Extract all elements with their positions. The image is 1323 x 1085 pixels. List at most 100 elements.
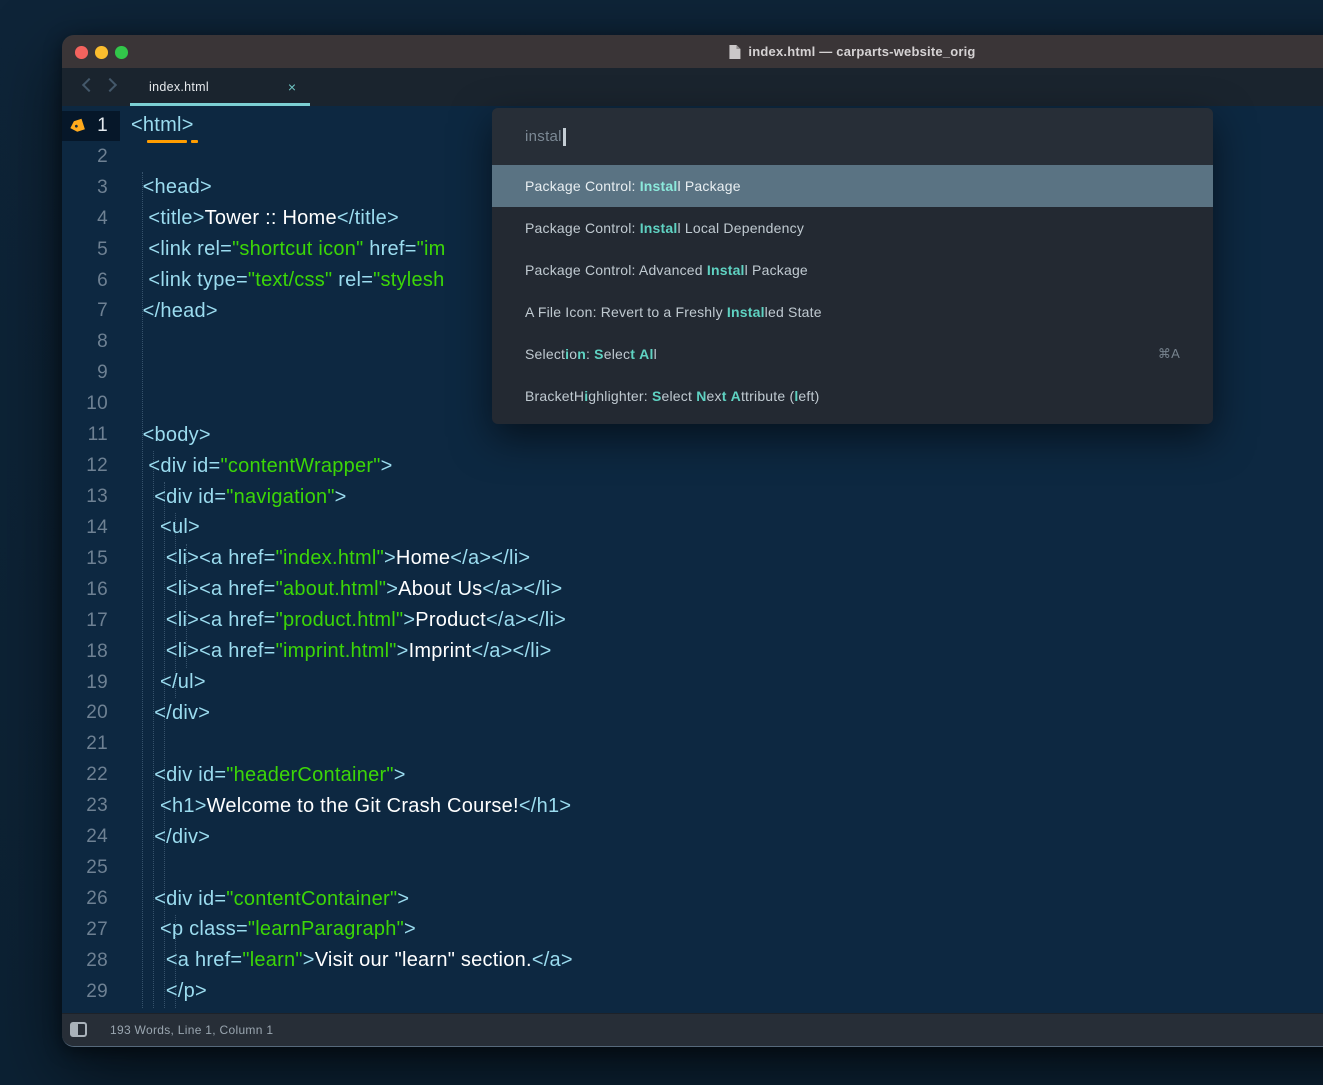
tab-close-icon[interactable]: × — [288, 80, 296, 94]
match-highlight: Instal — [707, 262, 745, 278]
palette-item[interactable]: BracketHighlighter: Select Next Attribut… — [492, 375, 1213, 417]
line-number-gutter[interactable]: 7 — [62, 296, 120, 327]
line-number-gutter[interactable]: 20 — [62, 698, 120, 729]
code-line[interactable]: 22 <div id="headerContainer"> — [62, 760, 1323, 791]
token-tag: > — [397, 888, 409, 911]
line-number-gutter[interactable]: 12 — [62, 451, 120, 482]
close-window-button[interactable] — [75, 46, 88, 59]
code-line[interactable]: 29 </p> — [62, 976, 1323, 1007]
line-number-gutter[interactable]: 23 — [62, 791, 120, 822]
match-highlight: A — [639, 346, 649, 362]
command-palette-input[interactable]: instal — [492, 108, 1213, 165]
tab-index-html[interactable]: index.html × — [130, 68, 310, 106]
line-content: </div> — [120, 822, 210, 853]
line-number: 20 — [86, 702, 108, 724]
palette-item[interactable]: Package Control: Advanced Install Packag… — [492, 249, 1213, 291]
code-line[interactable]: 23 <h1>Welcome to the Git Crash Course!<… — [62, 791, 1323, 822]
line-number: 27 — [86, 919, 108, 941]
line-number-gutter[interactable]: 2 — [62, 141, 120, 172]
token-tag: > — [404, 918, 416, 941]
line-number: 29 — [86, 981, 108, 1003]
line-number: 11 — [88, 424, 108, 446]
line-number-gutter[interactable]: 8 — [62, 327, 120, 358]
code-line[interactable]: 11 <body> — [62, 420, 1323, 451]
code-line[interactable]: 14 <ul> — [62, 512, 1323, 543]
code-line[interactable]: 17 <li><a href="product.html">Product</a… — [62, 605, 1323, 636]
code-line[interactable]: 26 <div id="contentContainer"> — [62, 884, 1323, 915]
palette-item[interactable]: Selection: Select All⌘A — [492, 333, 1213, 375]
token-tag: <link rel= — [131, 238, 232, 261]
document-icon — [728, 44, 741, 60]
window-title: index.html — carparts-website_orig — [748, 44, 975, 59]
line-number-gutter[interactable]: 14 — [62, 512, 120, 543]
line-number-gutter[interactable]: 3 — [62, 172, 120, 203]
line-number-gutter[interactable]: 21 — [62, 729, 120, 760]
line-number-gutter[interactable]: 11 — [62, 420, 120, 451]
code-line[interactable]: 18 <li><a href="imprint.html">Imprint</a… — [62, 636, 1323, 667]
line-number-gutter[interactable]: 18 — [62, 636, 120, 667]
line-number-gutter[interactable]: 13 — [62, 482, 120, 513]
line-number-gutter[interactable]: 25 — [62, 853, 120, 884]
palette-item[interactable]: Package Control: Install Local Dependenc… — [492, 207, 1213, 249]
line-number-gutter[interactable]: 29 — [62, 976, 120, 1007]
line-number: 8 — [97, 331, 108, 353]
line-number-gutter[interactable]: 22 — [62, 760, 120, 791]
line-number: 22 — [86, 764, 108, 786]
match-highlight: N — [696, 388, 706, 404]
token-tag: > — [403, 609, 415, 632]
line-number-gutter[interactable]: 9 — [62, 358, 120, 389]
token-tag: </head> — [131, 300, 218, 323]
code-line[interactable]: 28 <a href="learn">Visit our "learn" sec… — [62, 945, 1323, 976]
code-line[interactable]: 25 — [62, 853, 1323, 884]
code-line[interactable]: 12 <div id="contentWrapper"> — [62, 451, 1323, 482]
line-number-gutter[interactable]: 15 — [62, 543, 120, 574]
line-number-gutter[interactable]: 28 — [62, 945, 120, 976]
line-number-gutter[interactable]: 5 — [62, 234, 120, 265]
token-tag: </div> — [131, 702, 210, 725]
code-line[interactable]: 24 </div> — [62, 822, 1323, 853]
sidebar-toggle-icon[interactable] — [70, 1022, 87, 1037]
code-line[interactable]: 19 </ul> — [62, 667, 1323, 698]
line-number-gutter[interactable]: 1 — [62, 111, 120, 142]
status-bar: 193 Words, Line 1, Column 1 — [62, 1013, 1323, 1046]
token-str: "headerContainer" — [226, 764, 393, 787]
line-number-gutter[interactable]: 4 — [62, 203, 120, 234]
line-number-gutter[interactable]: 27 — [62, 914, 120, 945]
line-content — [120, 389, 131, 420]
palette-item[interactable]: Package Control: Install Package — [492, 165, 1213, 207]
line-content — [120, 729, 131, 760]
line-number: 19 — [86, 672, 108, 694]
minimize-window-button[interactable] — [95, 46, 108, 59]
token-str: "im — [417, 238, 446, 261]
forward-button[interactable] — [104, 77, 118, 91]
line-content: <div id="contentContainer"> — [120, 884, 409, 915]
line-number-gutter[interactable]: 17 — [62, 605, 120, 636]
line-number-gutter[interactable]: 26 — [62, 884, 120, 915]
line-number-gutter[interactable]: 16 — [62, 574, 120, 605]
line-number: 15 — [86, 548, 108, 570]
token-str: "shortcut icon" — [232, 238, 363, 261]
code-line[interactable]: 21 — [62, 729, 1323, 760]
token-tag: > — [386, 578, 398, 601]
palette-item-label: A File Icon: Revert to a Freshly Install… — [525, 304, 822, 320]
line-content: </head> — [120, 296, 218, 327]
token-str: "about.html" — [276, 578, 387, 601]
token-txt: Product — [415, 609, 486, 632]
line-content: </div> — [120, 698, 210, 729]
line-number: 9 — [97, 362, 108, 384]
code-line[interactable]: 27 <p class="learnParagraph"> — [62, 914, 1323, 945]
code-line[interactable]: 15 <li><a href="index.html">Home</a></li… — [62, 543, 1323, 574]
line-number: 21 — [86, 733, 108, 755]
titlebar[interactable]: index.html — carparts-website_orig — [62, 35, 1323, 68]
line-number-gutter[interactable]: 10 — [62, 389, 120, 420]
token-tag: </ul> — [131, 671, 206, 694]
zoom-window-button[interactable] — [115, 46, 128, 59]
line-number-gutter[interactable]: 24 — [62, 822, 120, 853]
line-number-gutter[interactable]: 19 — [62, 667, 120, 698]
palette-item[interactable]: A File Icon: Revert to a Freshly Install… — [492, 291, 1213, 333]
code-line[interactable]: 16 <li><a href="about.html">About Us</a>… — [62, 574, 1323, 605]
code-line[interactable]: 13 <div id="navigation"> — [62, 482, 1323, 513]
back-button[interactable] — [80, 77, 94, 91]
code-line[interactable]: 20 </div> — [62, 698, 1323, 729]
line-number-gutter[interactable]: 6 — [62, 265, 120, 296]
